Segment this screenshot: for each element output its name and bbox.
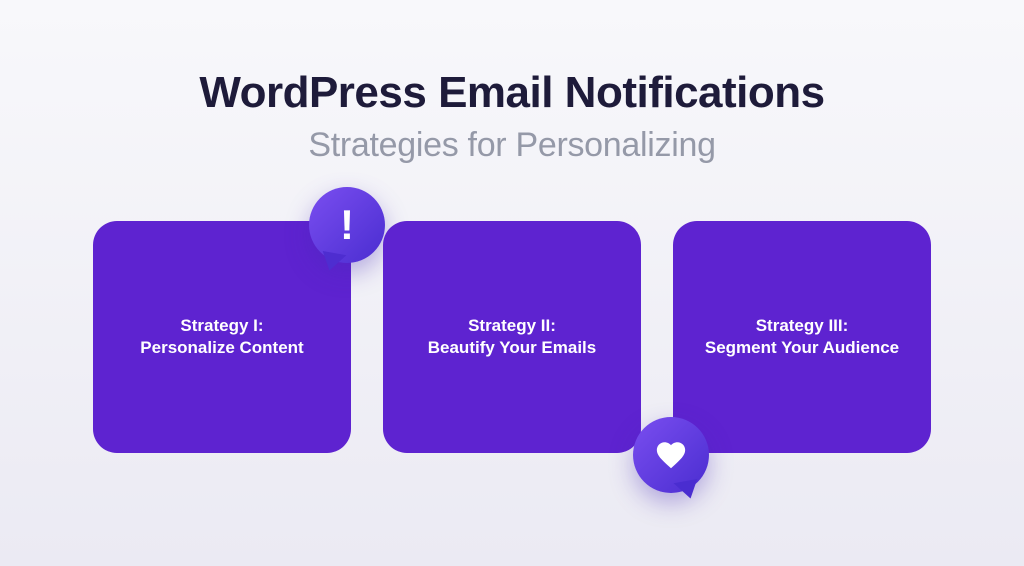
strategy-cards-row: ! Strategy I: Personalize Content Strate… <box>93 221 931 453</box>
exclamation-icon: ! <box>340 204 354 246</box>
page-subtitle: Strategies for Personalizing <box>308 126 715 165</box>
bubble-tail <box>674 479 701 501</box>
bubble-tail <box>320 251 347 273</box>
page-title: WordPress Email Notifications <box>199 68 824 118</box>
strategy-card-1: ! Strategy I: Personalize Content <box>93 221 351 453</box>
card-label: Strategy III: <box>756 315 849 337</box>
card-text: Beautify Your Emails <box>428 337 596 359</box>
exclamation-bubble-icon: ! <box>309 187 385 263</box>
heart-icon <box>654 438 688 472</box>
strategy-card-2: Strategy II: Beautify Your Emails <box>383 221 641 453</box>
card-text: Segment Your Audience <box>705 337 899 359</box>
card-text: Personalize Content <box>140 337 303 359</box>
slide-container: WordPress Email Notifications Strategies… <box>0 0 1024 566</box>
strategy-card-3: Strategy III: Segment Your Audience <box>673 221 931 453</box>
card-label: Strategy I: <box>180 315 263 337</box>
heart-bubble-icon <box>633 417 709 493</box>
card-label: Strategy II: <box>468 315 556 337</box>
